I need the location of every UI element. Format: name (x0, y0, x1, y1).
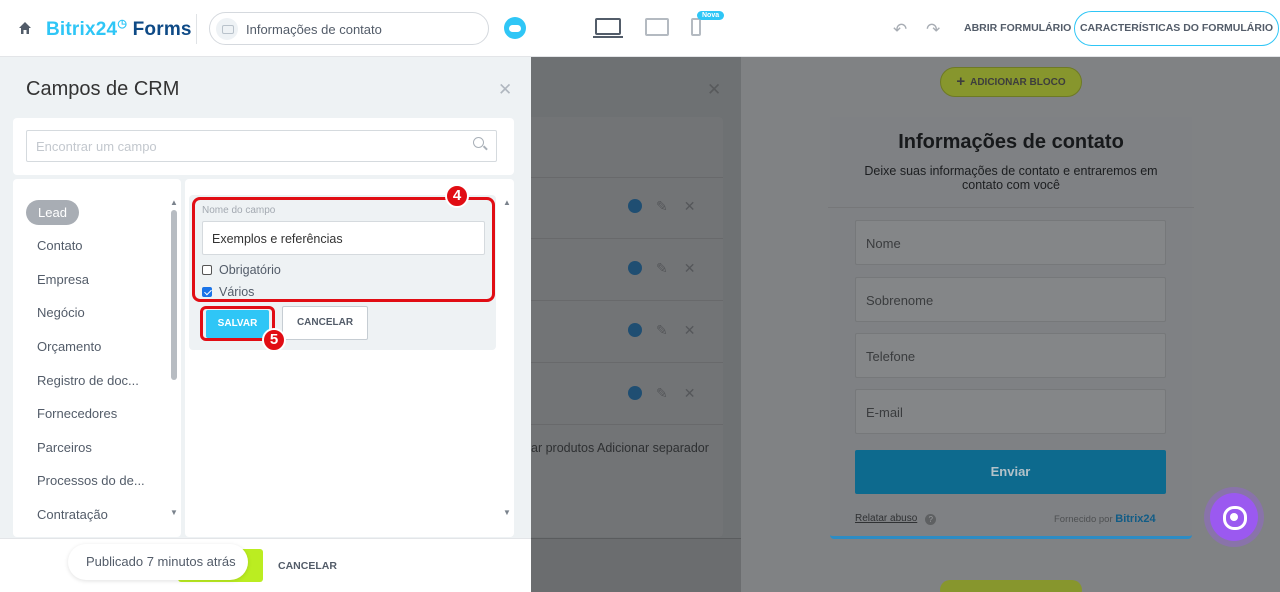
entity-item-parceiros[interactable]: Parceiros (37, 440, 92, 455)
delete-icon: ✕ (683, 322, 696, 338)
field-row-actions: ✎ ✕ (628, 260, 695, 277)
panel-title: Campos de CRM (26, 78, 180, 100)
footer-cancel-button[interactable]: CANCELAR (278, 560, 337, 572)
field-row-actions: ✎ ✕ (628, 198, 695, 215)
divider (531, 238, 723, 239)
form-thumbnail-icon (216, 18, 238, 40)
new-badge: Nova (697, 11, 725, 20)
edit-icon: ✎ (656, 198, 668, 214)
scroll-down-icon[interactable]: ▼ (170, 508, 178, 517)
app-logo[interactable]: Bitrix24◷ Forms (46, 17, 192, 41)
scroll-up-icon[interactable]: ▲ (503, 198, 511, 207)
entity-item-orcamento[interactable]: Orçamento (37, 339, 101, 354)
divider (531, 362, 723, 363)
scroll-up-icon[interactable]: ▲ (170, 198, 178, 207)
divider (531, 177, 723, 178)
field-row-actions: ✎ ✕ (628, 322, 695, 339)
plus-icon: + (956, 73, 966, 90)
divider (196, 14, 197, 44)
crm-link-icon (628, 386, 642, 400)
crm-link-icon (628, 261, 642, 275)
undo-icon[interactable]: ↶ (893, 20, 907, 40)
crm-link-icon (628, 323, 642, 337)
assistant-icon[interactable] (1210, 493, 1258, 541)
tablet-preview-icon[interactable] (645, 18, 669, 36)
home-icon[interactable] (18, 21, 32, 35)
delete-icon: ✕ (683, 260, 696, 276)
close-icon[interactable]: ✕ (498, 80, 512, 100)
close-icon: ✕ (707, 80, 722, 99)
divider (531, 300, 723, 301)
field-search-input[interactable]: Encontrar um campo (26, 130, 497, 162)
add-block-button-bottom (940, 580, 1082, 592)
form-title-text: Informações de contato (246, 22, 382, 37)
add-block-button: + ADICIONAR BLOCO (940, 67, 1082, 97)
field-row-actions: ✎ ✕ (628, 385, 695, 402)
desktop-preview-icon[interactable] (593, 18, 623, 39)
crm-link-icon (628, 199, 642, 213)
entity-item-processos[interactable]: Processos do de... (37, 473, 145, 488)
step-badge-4: 4 (445, 184, 469, 208)
delete-icon: ✕ (683, 198, 696, 214)
cloud-save-icon[interactable] (504, 17, 526, 39)
entity-item-registro[interactable]: Registro de doc... (37, 373, 139, 388)
entity-item-lead[interactable]: Lead (26, 200, 79, 225)
step-badge-5: 5 (262, 328, 286, 352)
preview-submit-button: Enviar (855, 450, 1166, 494)
search-icon[interactable] (473, 137, 484, 148)
preview-field-name: Nome (855, 220, 1166, 265)
entity-item-contratacao[interactable]: Contratação (37, 507, 108, 522)
divider (531, 424, 723, 425)
form-features-button[interactable]: CARACTERÍSTICAS DO FORMULÁRIO (1074, 11, 1279, 46)
highlight-field-settings (192, 197, 495, 302)
edit-icon: ✎ (656, 260, 668, 276)
divider (828, 207, 1194, 208)
form-title-field[interactable]: Informações de contato (209, 12, 489, 45)
edit-icon: ✎ (656, 385, 668, 401)
footer-dimmed (531, 538, 741, 592)
published-status-text: Publicado 7 minutos atrás (86, 554, 236, 569)
preview-field-phone: Telefone (855, 333, 1166, 378)
powered-by: Fornecido por Bitrix24 (1054, 513, 1156, 525)
entity-list-scrollbar[interactable] (171, 210, 177, 380)
edit-icon: ✎ (656, 322, 668, 338)
mobile-preview-icon[interactable] (691, 18, 701, 36)
top-bar: Bitrix24◷ Forms Informações de contato N… (0, 0, 1280, 57)
entity-item-negocio[interactable]: Negócio (37, 305, 85, 320)
entity-item-contato[interactable]: Contato (37, 238, 83, 253)
preview-field-email: E-mail (855, 389, 1166, 434)
entity-item-empresa[interactable]: Empresa (37, 272, 89, 287)
delete-icon: ✕ (683, 385, 696, 401)
open-form-link[interactable]: ABRIR FORMULÁRIO (964, 22, 1071, 34)
form-subtitle: Deixe suas informações de contato e entr… (864, 164, 1158, 192)
scroll-down-icon[interactable]: ▼ (503, 508, 511, 517)
entity-item-fornecedores[interactable]: Fornecedores (37, 406, 117, 421)
form-heading: Informações de contato (898, 131, 1124, 153)
help-icon: ? (925, 514, 937, 525)
cancel-button[interactable]: CANCELAR (282, 306, 368, 340)
preview-field-surname: Sobrenome (855, 277, 1166, 322)
add-links-dimmed: ar produtos Adicionar separador (531, 441, 709, 455)
redo-icon[interactable]: ↷ (926, 20, 940, 40)
report-abuse-link: Relatar abuso? (855, 513, 937, 525)
